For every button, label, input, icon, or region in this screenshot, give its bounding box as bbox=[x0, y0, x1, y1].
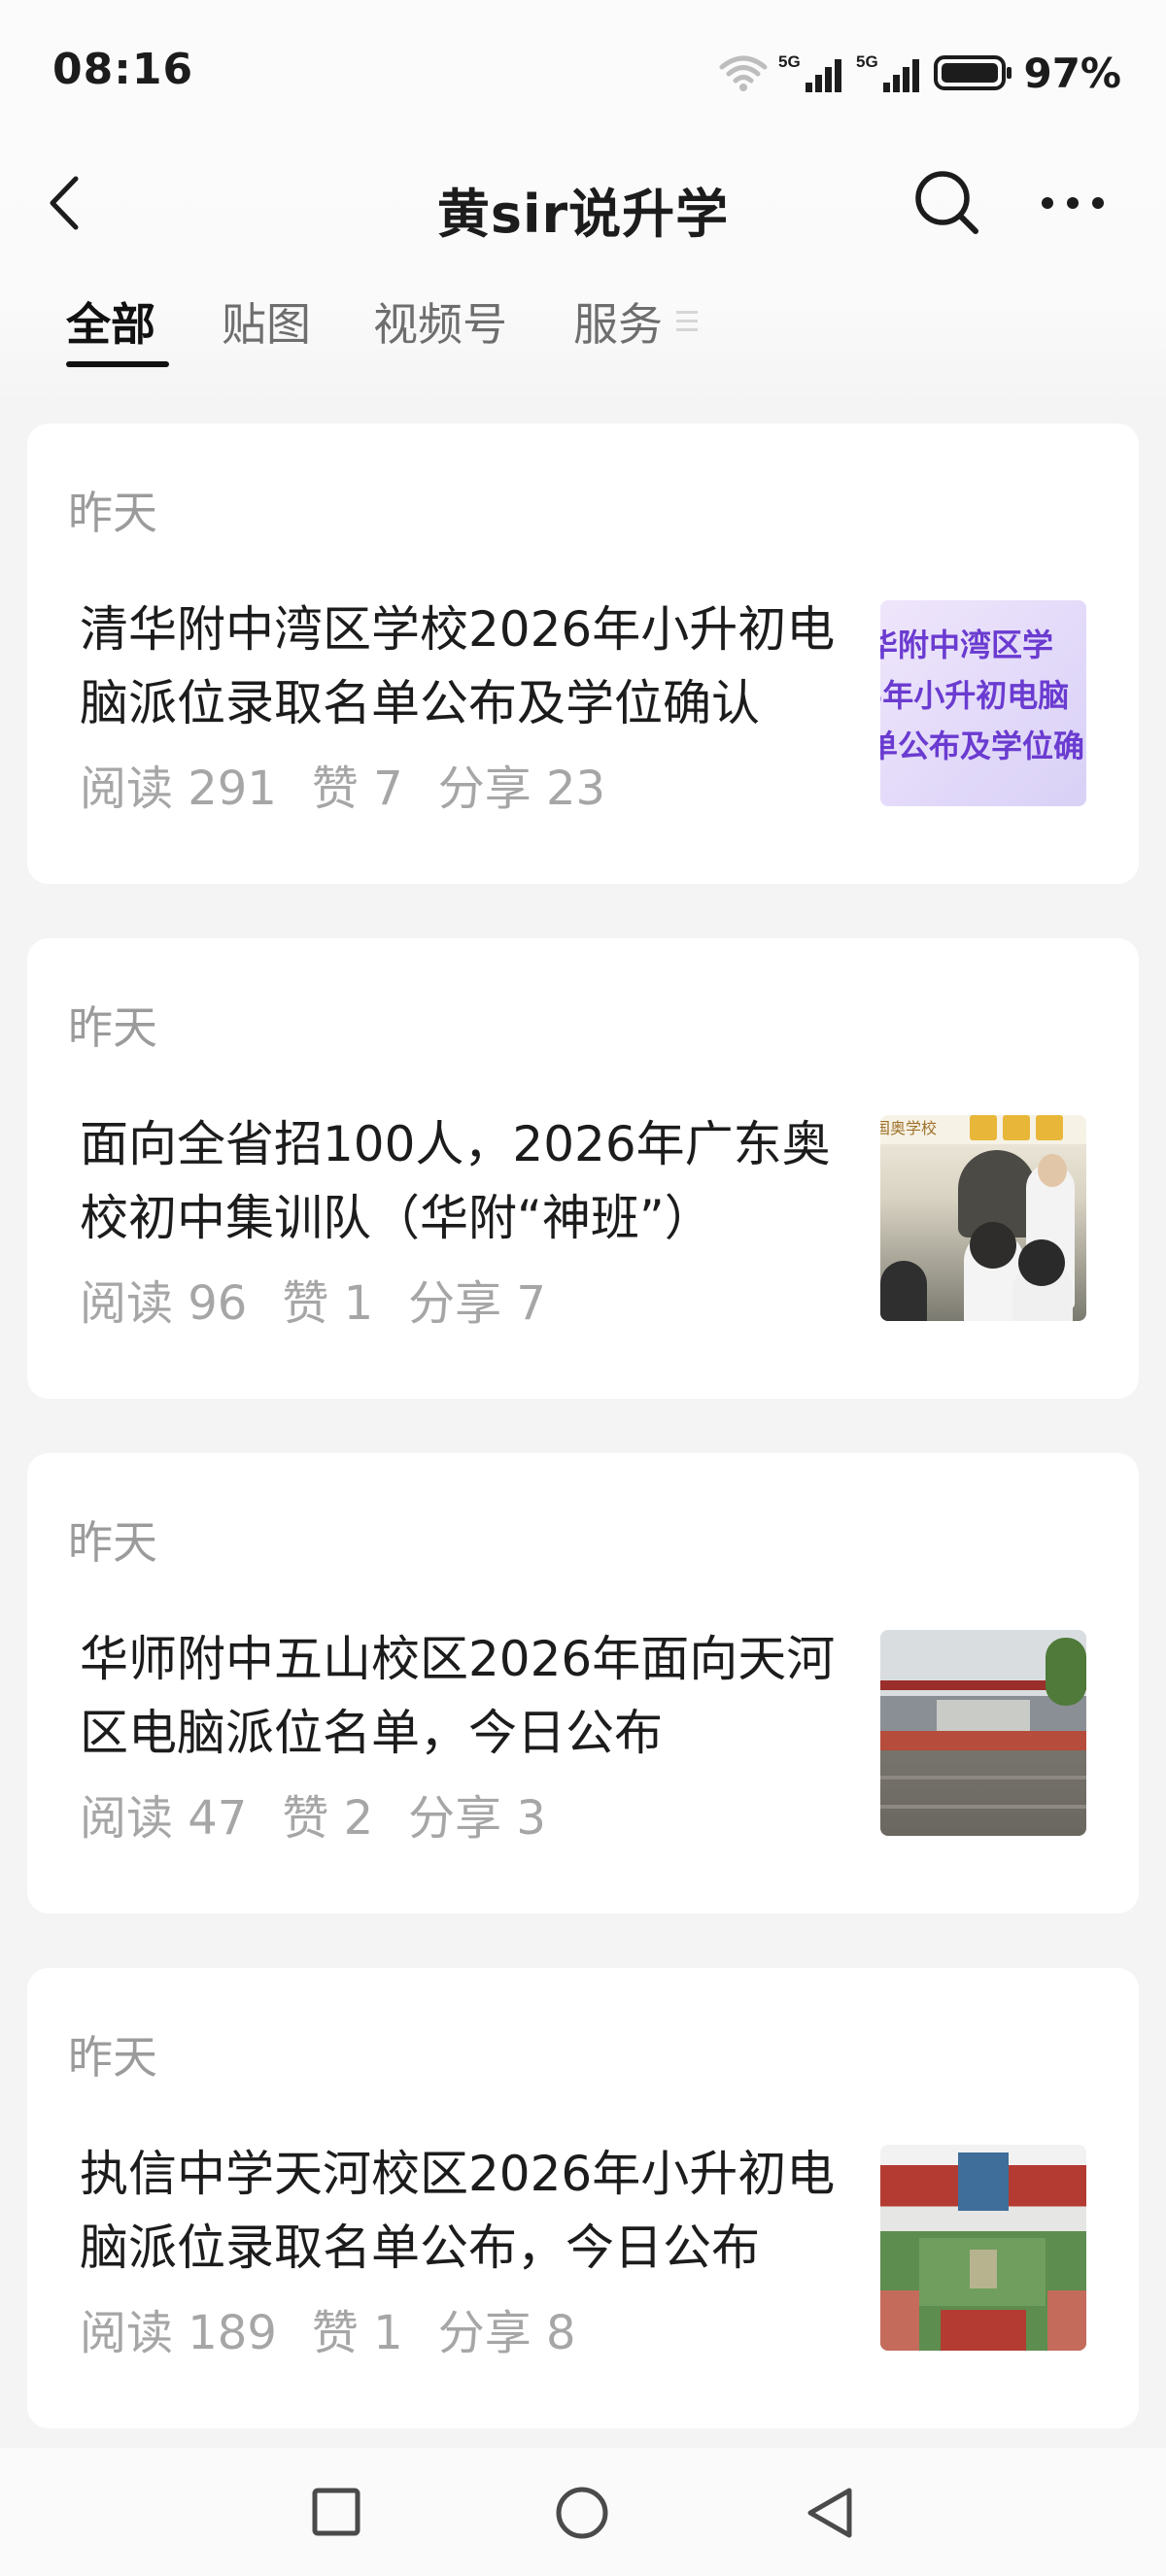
thumbnail-text: 单公布及学位确 bbox=[880, 728, 1085, 764]
article-card[interactable]: 昨天 执信中学天河校区2026年小升初电脑派位录取名单公布，今日公布 阅读 18… bbox=[27, 1968, 1139, 2428]
recents-square-icon[interactable] bbox=[309, 2485, 363, 2539]
search-icon[interactable] bbox=[909, 165, 983, 239]
article-thumbnail[interactable]: 华附中湾区学 6年小升初电脑 单公布及学位确 bbox=[880, 600, 1086, 806]
article-thumbnail[interactable] bbox=[880, 2145, 1086, 2351]
tab-all[interactable]: 全部 bbox=[66, 289, 155, 354]
status-icons: 5G 5G 97% bbox=[718, 49, 1121, 97]
tab-images[interactable]: 贴图 bbox=[222, 289, 311, 354]
back-triangle-icon[interactable] bbox=[803, 2485, 857, 2541]
more-dots-icon[interactable] bbox=[1038, 179, 1108, 227]
article-date: 昨天 bbox=[68, 1516, 157, 1569]
battery-percentage: 97% bbox=[1023, 49, 1121, 97]
thumbnail-text: 华附中湾区学 bbox=[880, 627, 1054, 663]
read-count: 阅读 189 bbox=[80, 2306, 277, 2360]
article-title[interactable]: 华师附中五山校区2026年面向天河区电脑派位名单，今日公布 bbox=[80, 1622, 867, 1770]
article-thumbnail[interactable] bbox=[880, 1630, 1086, 1836]
article-card[interactable]: 昨天 面向全省招100人，2026年广东奥校初中集训队（华附“神班”） 阅读 9… bbox=[27, 938, 1139, 1399]
article-thumbnail[interactable]: 国奥学校 bbox=[880, 1115, 1086, 1321]
article-stats: 阅读 96 赞 1 分享 7 bbox=[80, 1265, 546, 1333]
home-circle-icon[interactable] bbox=[554, 2485, 610, 2541]
article-date: 昨天 bbox=[68, 1001, 157, 1054]
read-count: 阅读 96 bbox=[80, 1276, 248, 1331]
like-count: 赞 7 bbox=[311, 762, 403, 816]
article-title[interactable]: 面向全省招100人，2026年广东奥校初中集训队（华附“神班”） bbox=[80, 1107, 867, 1255]
article-card[interactable]: 昨天 华师附中五山校区2026年面向天河区电脑派位名单，今日公布 阅读 47 赞… bbox=[27, 1453, 1139, 1914]
svg-text:5G: 5G bbox=[778, 52, 801, 71]
active-tab-indicator bbox=[66, 361, 169, 367]
thumbnail-text: 6年小升初电脑 bbox=[880, 677, 1070, 714]
status-time: 08:16 bbox=[52, 45, 194, 94]
article-date: 昨天 bbox=[68, 487, 157, 539]
share-count: 分享 8 bbox=[437, 2306, 576, 2360]
page-title: 黄sir说升学 bbox=[436, 184, 730, 245]
content-tabs: 全部 贴图 视频号 服务 bbox=[0, 282, 1166, 379]
article-stats: 阅读 291 赞 7 分享 23 bbox=[80, 750, 605, 818]
tab-channels[interactable]: 视频号 bbox=[373, 289, 507, 354]
share-count: 分享 3 bbox=[408, 1791, 546, 1846]
battery-icon bbox=[934, 55, 1012, 90]
thumbnail-text: 国奥学校 bbox=[880, 1119, 938, 1137]
share-count: 分享 23 bbox=[437, 762, 606, 816]
article-card[interactable]: 昨天 清华附中湾区学校2026年小升初电脑派位录取名单公布及学位确认 阅读 29… bbox=[27, 424, 1139, 884]
system-nav-bar bbox=[0, 2448, 1166, 2576]
svg-text:5G: 5G bbox=[856, 52, 878, 71]
article-stats: 阅读 47 赞 2 分享 3 bbox=[80, 1779, 546, 1847]
account-header: 黄sir说升学 全部 贴图 视频号 服务 bbox=[0, 146, 1166, 408]
article-date: 昨天 bbox=[68, 2031, 157, 2084]
read-count: 阅读 47 bbox=[80, 1791, 248, 1846]
signal-5g-icon: 5G bbox=[778, 52, 842, 92]
tab-services[interactable]: 服务 bbox=[573, 289, 663, 354]
article-title[interactable]: 执信中学天河校区2026年小升初电脑派位录取名单公布，今日公布 bbox=[80, 2137, 867, 2285]
article-stats: 阅读 189 赞 1 分享 8 bbox=[80, 2294, 576, 2362]
status-bar: 08:16 5G 5G 97% bbox=[0, 0, 1166, 146]
like-count: 赞 2 bbox=[282, 1791, 374, 1846]
like-count: 赞 1 bbox=[282, 1276, 374, 1331]
article-title[interactable]: 清华附中湾区学校2026年小升初电脑派位录取名单公布及学位确认 bbox=[80, 593, 867, 740]
menu-lines-icon[interactable] bbox=[676, 307, 700, 336]
share-count: 分享 7 bbox=[408, 1276, 546, 1331]
wifi-icon bbox=[719, 55, 768, 91]
read-count: 阅读 291 bbox=[80, 762, 277, 816]
signal-5g-icon-2: 5G bbox=[856, 52, 920, 92]
like-count: 赞 1 bbox=[311, 2306, 403, 2360]
